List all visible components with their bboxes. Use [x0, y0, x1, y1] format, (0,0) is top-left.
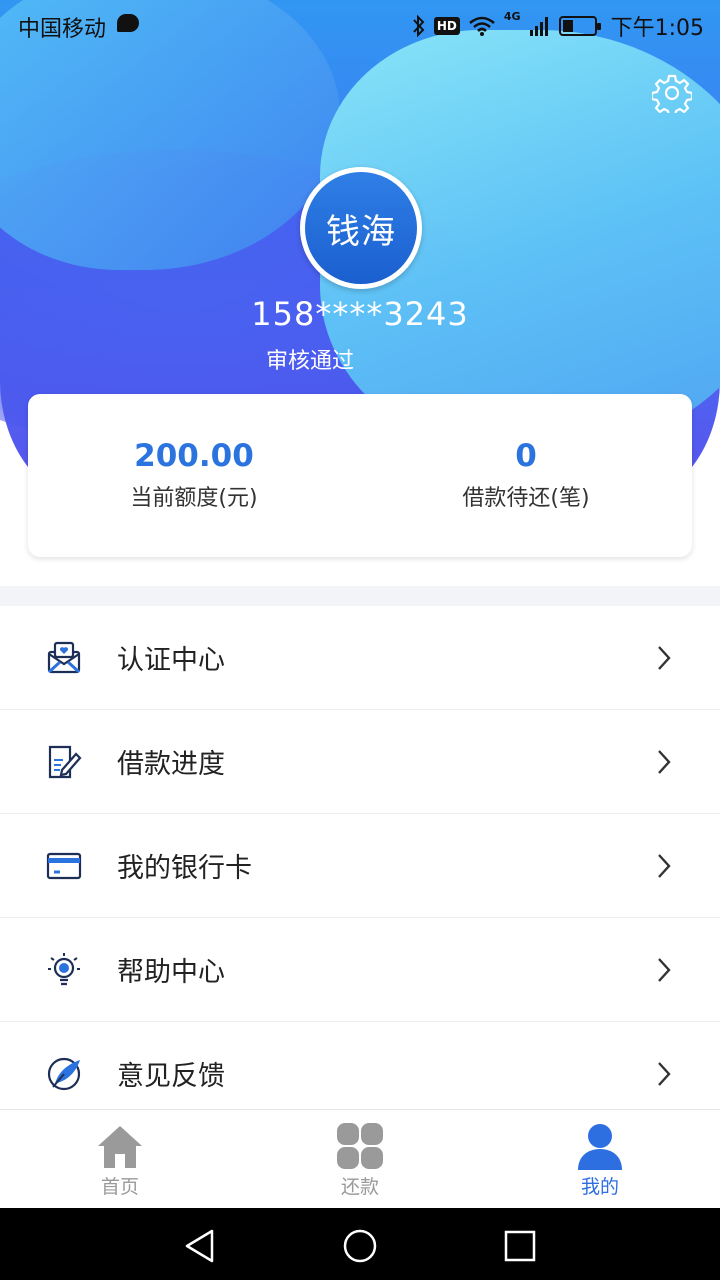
menu-label: 借款进度 — [117, 749, 225, 780]
avatar[interactable]: 钱海 — [300, 167, 422, 289]
carrier-name: 中国移动 — [18, 17, 107, 42]
lightbulb-icon — [48, 953, 80, 986]
review-status: 审核通过 — [266, 349, 355, 374]
credit-stat[interactable]: 200.00 当前额度(元) — [28, 436, 360, 512]
credit-value: 200.00 — [134, 438, 254, 474]
clock: 下午1:05 — [610, 16, 704, 41]
user-icon — [578, 1124, 622, 1170]
document-edit-icon — [48, 745, 82, 779]
chevron-right-icon — [658, 750, 671, 774]
menu-label: 认证中心 — [117, 645, 225, 676]
menu-list: 认证中心 借款进度 我的银行卡 帮助中心 意见反馈 — [0, 606, 720, 1126]
tab-label: 还款 — [340, 1176, 379, 1198]
system-navigation-bar — [0, 1208, 720, 1280]
network-type: 4G — [503, 10, 521, 23]
avatar-logo-text: 钱海 — [326, 211, 396, 252]
chevron-right-icon — [658, 646, 671, 670]
back-icon[interactable] — [182, 1228, 218, 1264]
grid-icon — [337, 1123, 383, 1169]
tab-mine[interactable]: 我的 — [480, 1110, 720, 1209]
chevron-right-icon — [658, 958, 671, 982]
feather-icon — [47, 1057, 81, 1091]
chevron-right-icon — [658, 854, 671, 878]
settings-gear-icon[interactable] — [652, 73, 692, 113]
menu-item-bank-card[interactable]: 我的银行卡 — [0, 814, 720, 918]
home-icon — [98, 1126, 142, 1168]
bank-card-icon — [46, 852, 82, 880]
menu-item-help-center[interactable]: 帮助中心 — [0, 918, 720, 1022]
tab-home[interactable]: 首页 — [0, 1110, 240, 1209]
certification-icon — [47, 641, 81, 674]
pending-loans-stat[interactable]: 0 借款待还(笔) — [360, 436, 692, 512]
pending-value: 0 — [515, 438, 537, 474]
menu-item-loan-progress[interactable]: 借款进度 — [0, 710, 720, 814]
signal-icon — [529, 17, 548, 36]
home-button-icon[interactable] — [342, 1228, 378, 1264]
tab-repayment[interactable]: 还款 — [240, 1110, 480, 1209]
message-icon — [117, 14, 139, 32]
tab-label: 我的 — [580, 1176, 619, 1198]
pending-label: 借款待还(笔) — [462, 486, 590, 511]
tab-label: 首页 — [100, 1176, 139, 1198]
bluetooth-icon — [413, 14, 425, 38]
chevron-right-icon — [658, 1062, 671, 1086]
menu-label: 我的银行卡 — [117, 853, 252, 884]
credit-label: 当前额度(元) — [130, 486, 258, 511]
bottom-tab-bar: 首页 还款 我的 — [0, 1109, 720, 1208]
status-bar: 中国移动 HD 4G 下午1:05 — [0, 0, 720, 50]
account-stats-card: 200.00 当前额度(元) 0 借款待还(笔) — [28, 394, 692, 557]
wifi-icon — [469, 16, 495, 36]
section-divider — [0, 586, 720, 606]
user-phone: 158****3243 — [251, 295, 469, 333]
menu-item-certification[interactable]: 认证中心 — [0, 606, 720, 710]
battery-icon — [558, 16, 601, 36]
menu-label: 帮助中心 — [117, 957, 225, 988]
recent-apps-icon[interactable] — [502, 1228, 538, 1264]
profile-page: 中国移动 HD 4G 下午1:05 钱海 158****3243 审核通过 20… — [0, 0, 720, 1280]
hd-badge: HD — [433, 17, 460, 35]
menu-label: 意见反馈 — [117, 1061, 225, 1092]
